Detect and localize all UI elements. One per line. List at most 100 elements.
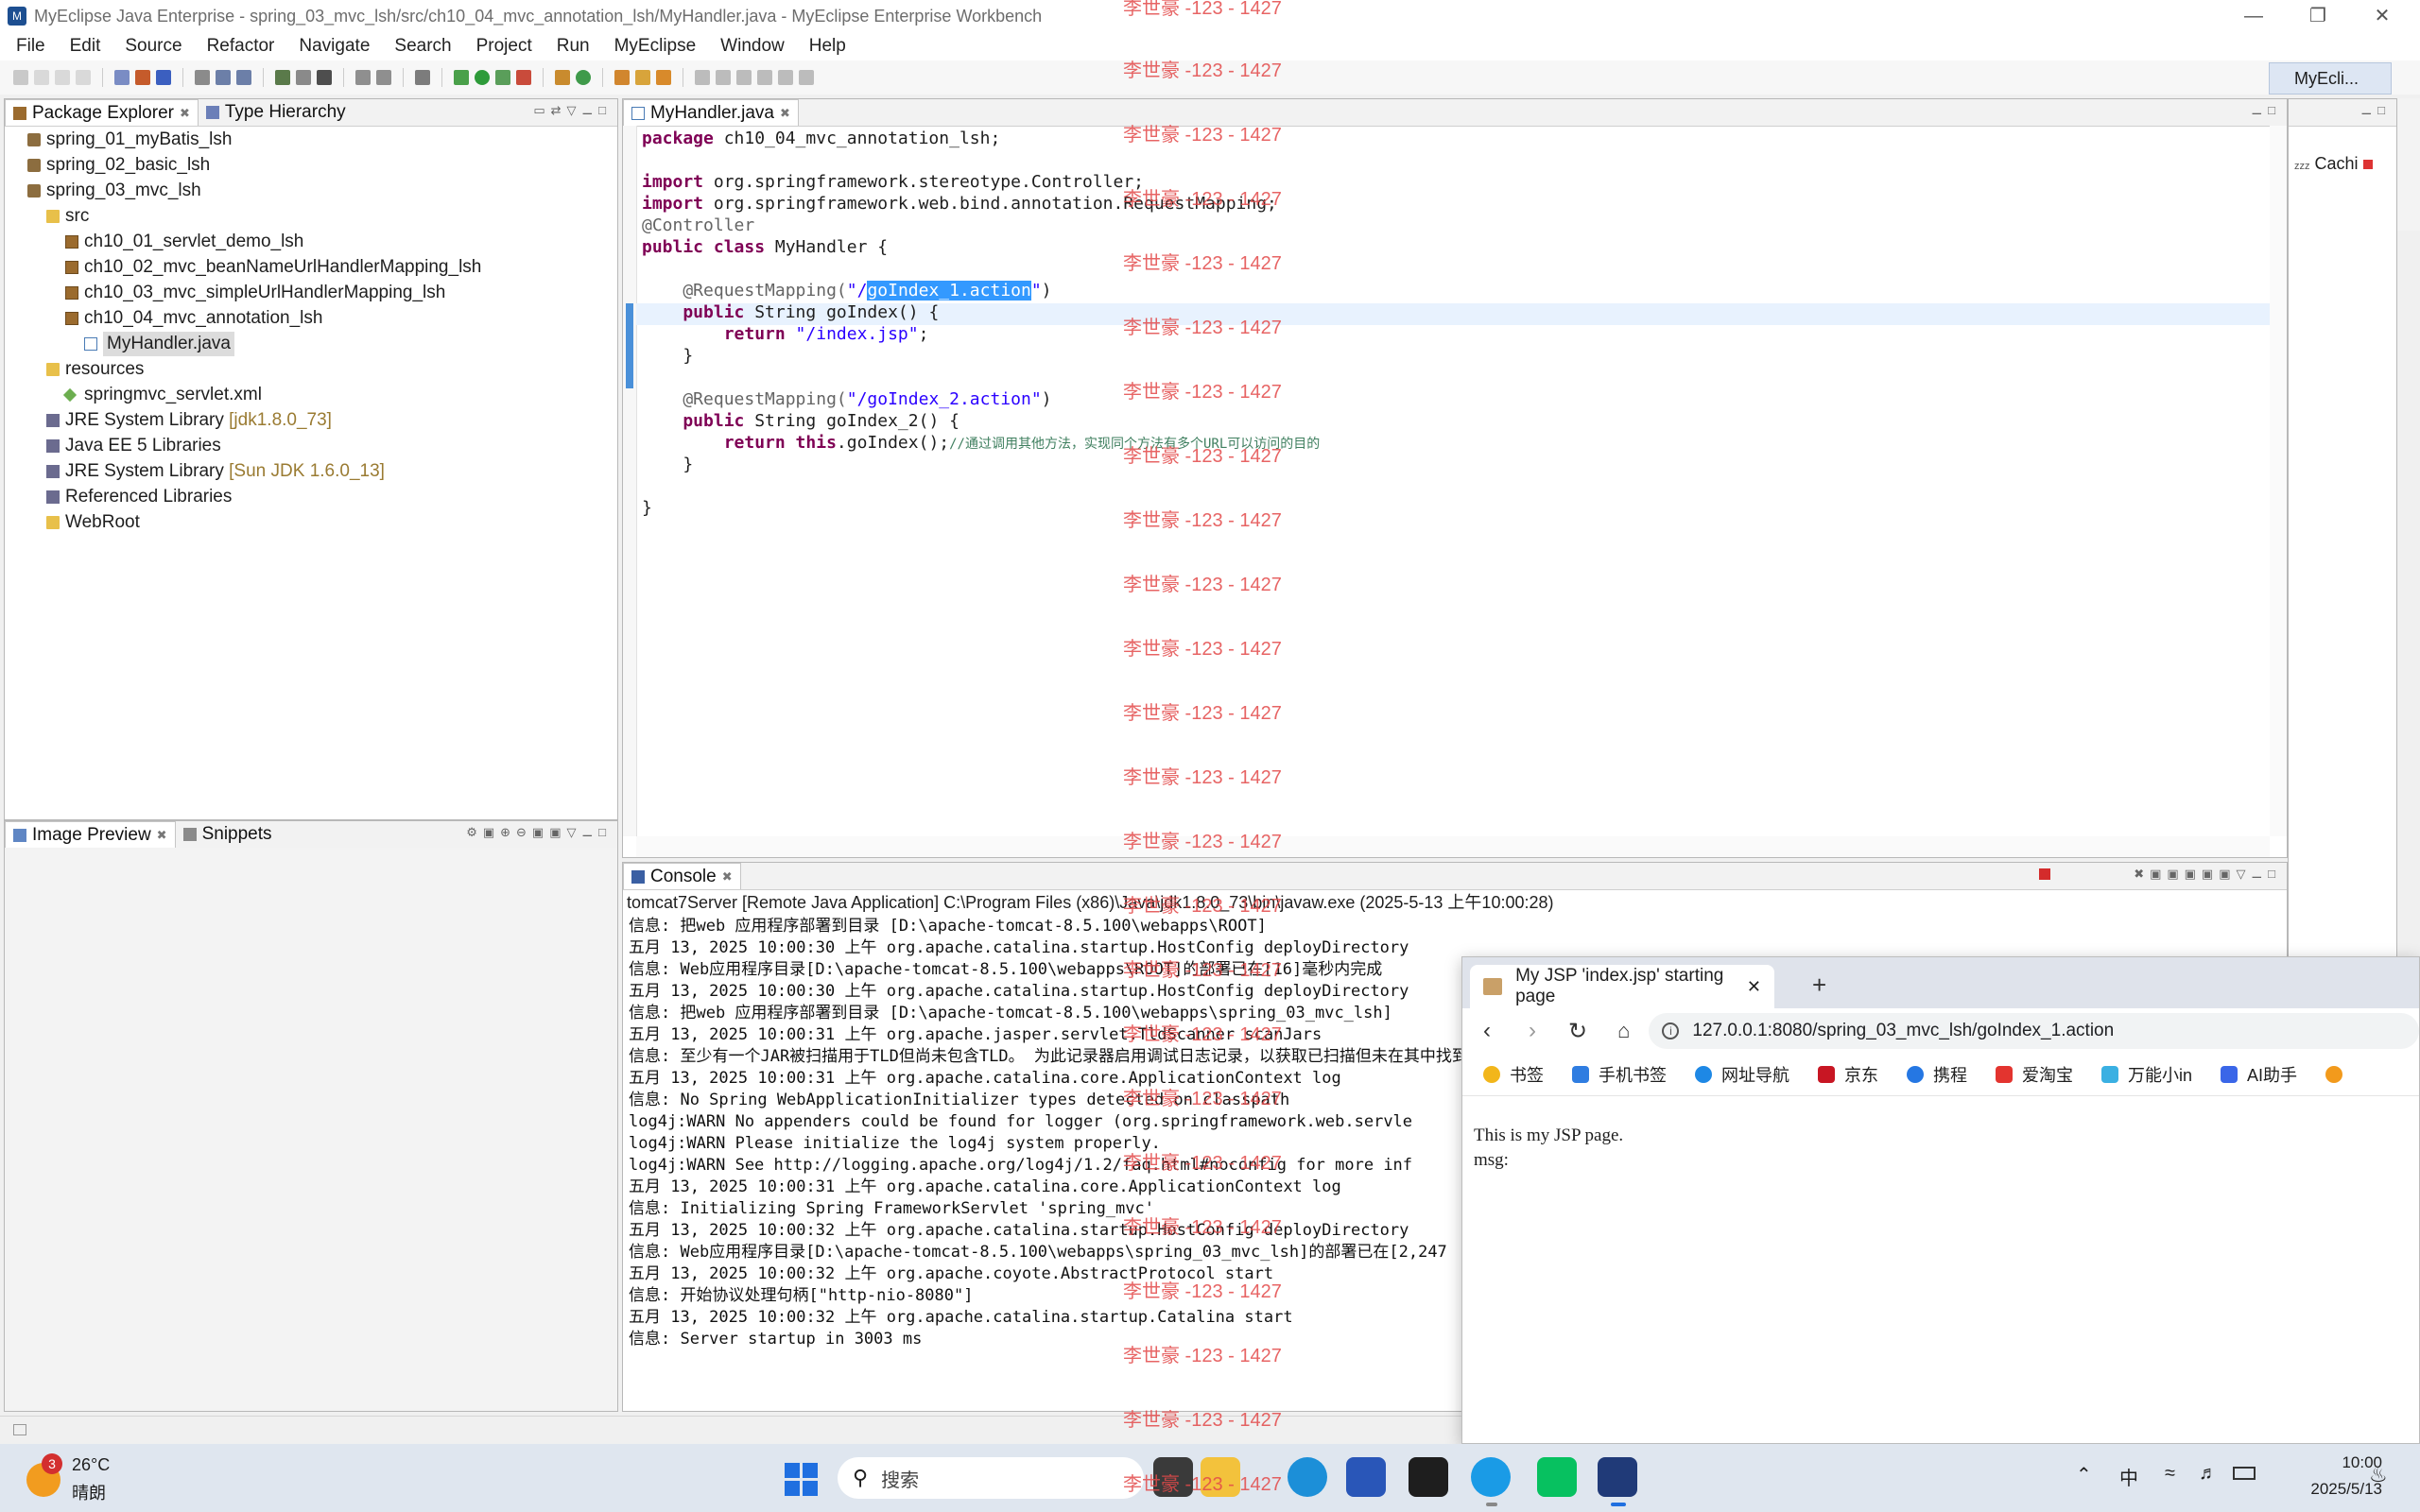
tree-item[interactable]: Java EE 5 Libraries xyxy=(46,434,221,458)
reload-icon[interactable]: ↻ xyxy=(1568,1018,1587,1045)
ime-indicator[interactable]: 中 xyxy=(2119,1463,2138,1490)
tab-myhandler-java[interactable]: MyHandler.java ✖ xyxy=(623,99,799,126)
prev-annotation-icon[interactable] xyxy=(736,70,752,85)
back-icon[interactable]: ‹ xyxy=(1483,1018,1491,1044)
tree-item[interactable]: ch10_01_servlet_demo_lsh xyxy=(65,230,303,254)
view-controls[interactable]: ⚙▣⊕⊖▣▣▽⚊□ xyxy=(466,825,612,840)
bookmark-item[interactable]: 手机书签 xyxy=(1572,1062,1667,1087)
menu-run[interactable]: Run xyxy=(544,36,602,57)
terminate-icon[interactable] xyxy=(2039,868,2050,880)
volume-icon[interactable]: ♬ xyxy=(2199,1463,2218,1485)
close-tab-icon[interactable]: ✖ xyxy=(157,828,167,843)
tree-item[interactable]: WebRoot xyxy=(46,510,140,535)
editor-controls[interactable]: ⚊□ xyxy=(2251,103,2281,118)
open-folder-icon[interactable] xyxy=(614,70,630,85)
save-all-icon[interactable] xyxy=(55,70,70,85)
wifi-icon[interactable]: ≈ xyxy=(2165,1463,2175,1485)
taskbar-search[interactable]: ⚲ 搜索 xyxy=(838,1457,1144,1499)
forward-icon[interactable]: › xyxy=(1529,1018,1536,1044)
console-controls[interactable]: ✖▣▣▣▣▣▽⚊□ xyxy=(2134,867,2281,882)
more-bookmarks-icon[interactable] xyxy=(2325,1066,2343,1083)
tree-item-selected[interactable]: MyHandler.java xyxy=(84,332,234,356)
report-icon[interactable] xyxy=(296,70,311,85)
menu-navigate[interactable]: Navigate xyxy=(286,36,382,57)
search-tool-icon[interactable] xyxy=(635,70,650,85)
menu-myeclipse[interactable]: MyEclipse xyxy=(602,36,709,57)
browser-taskbar-icon[interactable] xyxy=(1471,1457,1511,1497)
uml-icon[interactable] xyxy=(355,70,371,85)
view-controls[interactable]: ▭⇄▽⚊□ xyxy=(533,103,612,118)
perspective-switcher[interactable]: MyEcli... xyxy=(2269,62,2392,94)
tab-console[interactable]: Console ✖ xyxy=(623,863,741,889)
tree-item[interactable]: spring_01_myBatis_lsh xyxy=(27,128,232,152)
myeclipse-taskbar-icon[interactable] xyxy=(1598,1457,1637,1497)
stop-icon[interactable] xyxy=(2362,160,2373,169)
file-explorer-icon[interactable] xyxy=(1201,1457,1240,1497)
close-tab-icon[interactable]: ✖ xyxy=(180,106,190,121)
menu-file[interactable]: File xyxy=(4,36,58,57)
wizard-icon[interactable] xyxy=(376,70,391,85)
close-button[interactable]: ✕ xyxy=(2350,0,2414,32)
tree-item[interactable]: ch10_04_mvc_annotation_lsh xyxy=(65,306,322,331)
vertical-scrollbar[interactable] xyxy=(598,853,614,1388)
forward-icon[interactable] xyxy=(799,70,814,85)
globe-icon[interactable] xyxy=(317,70,332,85)
tree-item[interactable]: JRE System Library [jdk1.8.0_73] xyxy=(46,408,332,433)
bookmark-item[interactable]: 爱淘宝 xyxy=(1996,1062,2073,1087)
db-icon[interactable] xyxy=(275,70,290,85)
menu-edit[interactable]: Edit xyxy=(58,36,113,57)
bookmark-item[interactable]: 携程 xyxy=(1907,1062,1967,1087)
address-bar[interactable]: i 127.0.0.1:8080/spring_03_mvc_lsh/goInd… xyxy=(1649,1013,2419,1049)
store-icon[interactable] xyxy=(1346,1457,1386,1497)
cache-item[interactable]: zzz Cachi xyxy=(2294,154,2373,174)
tree-item[interactable]: spring_02_basic_lsh xyxy=(27,153,210,178)
view-controls[interactable]: ⚊□ xyxy=(2360,103,2391,118)
web-icon[interactable] xyxy=(216,70,231,85)
bookmark-item[interactable]: 京东 xyxy=(1818,1062,1878,1087)
menu-project[interactable]: Project xyxy=(464,36,544,57)
open-type-icon[interactable] xyxy=(114,70,130,85)
tree-item[interactable]: springmvc_servlet.xml xyxy=(62,383,262,407)
maximize-button[interactable]: ❐ xyxy=(2286,0,2350,32)
print-icon[interactable] xyxy=(76,70,91,85)
server-icon[interactable] xyxy=(135,70,150,85)
menu-refactor[interactable]: Refactor xyxy=(195,36,287,57)
tree-item[interactable]: Referenced Libraries xyxy=(46,485,232,509)
edge-icon[interactable] xyxy=(1288,1457,1327,1497)
home-icon[interactable]: ⌂ xyxy=(1617,1019,1630,1043)
bookmark-item[interactable]: 网址导航 xyxy=(1695,1062,1789,1087)
minimize-button[interactable]: — xyxy=(2221,0,2286,32)
app-icon[interactable] xyxy=(1153,1457,1193,1497)
deploy-icon[interactable] xyxy=(156,70,171,85)
tree-item[interactable]: spring_03_mvc_lsh xyxy=(27,179,201,203)
browser-tab[interactable]: My JSP 'index.jsp' starting page ✕ xyxy=(1470,965,1774,1008)
bookmark-item[interactable]: AI助手 xyxy=(2221,1062,2297,1087)
battery-icon[interactable] xyxy=(2233,1467,2256,1480)
menu-help[interactable]: Help xyxy=(797,36,858,57)
app-icon[interactable] xyxy=(1409,1457,1448,1497)
pin-icon[interactable] xyxy=(716,70,731,85)
close-tab-icon[interactable]: ✖ xyxy=(780,106,790,121)
new-class-icon[interactable] xyxy=(555,70,570,85)
tree-item[interactable]: ch10_03_mvc_simpleUrlHandlerMapping_lsh xyxy=(65,281,445,305)
windows-start-icon[interactable] xyxy=(785,1463,819,1497)
bookmark-item[interactable]: 万能小in xyxy=(2101,1062,2192,1087)
external-tools-icon[interactable] xyxy=(516,70,531,85)
menu-source[interactable]: Source xyxy=(112,36,194,57)
task-icon[interactable] xyxy=(656,70,671,85)
tab-image-preview[interactable]: Image Preview ✖ xyxy=(5,821,176,848)
next-annotation-icon[interactable] xyxy=(757,70,772,85)
annotation-icon[interactable] xyxy=(695,70,710,85)
notification-bell-icon[interactable]: ♨ xyxy=(2369,1463,2388,1487)
clock-date[interactable]: 2025/5/13 xyxy=(2269,1480,2382,1499)
site-info-icon[interactable]: i xyxy=(1662,1022,1680,1040)
new-icon[interactable] xyxy=(13,70,28,85)
close-tab-icon[interactable]: ✕ xyxy=(1747,977,1761,997)
tree-item[interactable]: ch10_02_mvc_beanNameUrlHandlerMapping_ls… xyxy=(65,255,481,280)
fast-view-icon[interactable] xyxy=(13,1424,26,1435)
new-tab-button[interactable]: + xyxy=(1812,971,1826,1000)
save-icon[interactable] xyxy=(34,70,49,85)
back-icon[interactable] xyxy=(778,70,793,85)
tools-icon[interactable] xyxy=(236,70,251,85)
run-icon[interactable] xyxy=(475,70,490,85)
